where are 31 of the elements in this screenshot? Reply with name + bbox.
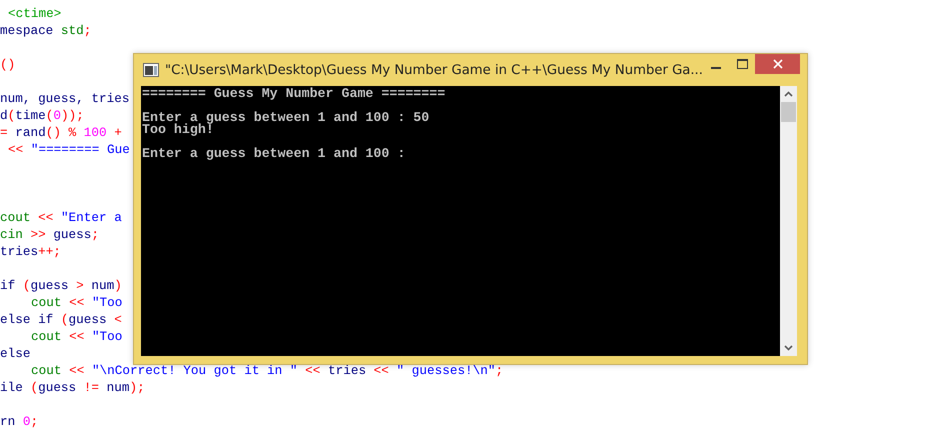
minimize-icon	[711, 66, 721, 68]
code-line: d(time(0));	[0, 108, 84, 123]
code-line: rn 0;	[0, 414, 38, 429]
code-line: ile (guess != num);	[0, 380, 145, 395]
scrollbar[interactable]	[780, 86, 797, 356]
scroll-down-icon[interactable]	[784, 345, 793, 351]
code-line: cout << "Too	[31, 329, 122, 344]
code-line: = rand() % 100 +	[0, 125, 122, 140]
scroll-thumb[interactable]	[781, 102, 796, 122]
code-line: tries++;	[0, 244, 61, 259]
window-title: "C:\Users\Mark\Desktop\Guess My Number Game in C++\Guess My Number Ga...	[165, 62, 703, 78]
maximize-icon	[736, 59, 748, 69]
code-line: cin >> guess;	[0, 227, 100, 242]
code-line: cout << "\nCorrect! You got it in " << tries << " guesses!\n";	[31, 363, 504, 378]
console-icon	[143, 63, 159, 77]
close-icon	[772, 59, 782, 69]
scroll-up-icon[interactable]	[784, 91, 793, 97]
console-line: ======== Guess My Number Game ========	[142, 86, 446, 101]
code-line: cout << "Enter a	[0, 210, 122, 225]
console-line: Too high!	[142, 122, 214, 137]
code-line: else	[0, 346, 30, 361]
code-line: << "======== Gue	[8, 142, 130, 157]
code-line: else if (guess <	[0, 312, 122, 327]
code-line: ()	[0, 57, 16, 72]
code-line: <ctime>	[8, 6, 62, 21]
code-line: mespace std;	[0, 23, 92, 38]
console-line: Enter a guess between 1 and 100 :	[142, 146, 406, 161]
code-line: num, guess, tries	[0, 91, 130, 106]
code-line: cout << "Too	[31, 295, 122, 310]
close-button[interactable]	[755, 54, 800, 74]
code-line: if (guess > num)	[0, 278, 122, 293]
